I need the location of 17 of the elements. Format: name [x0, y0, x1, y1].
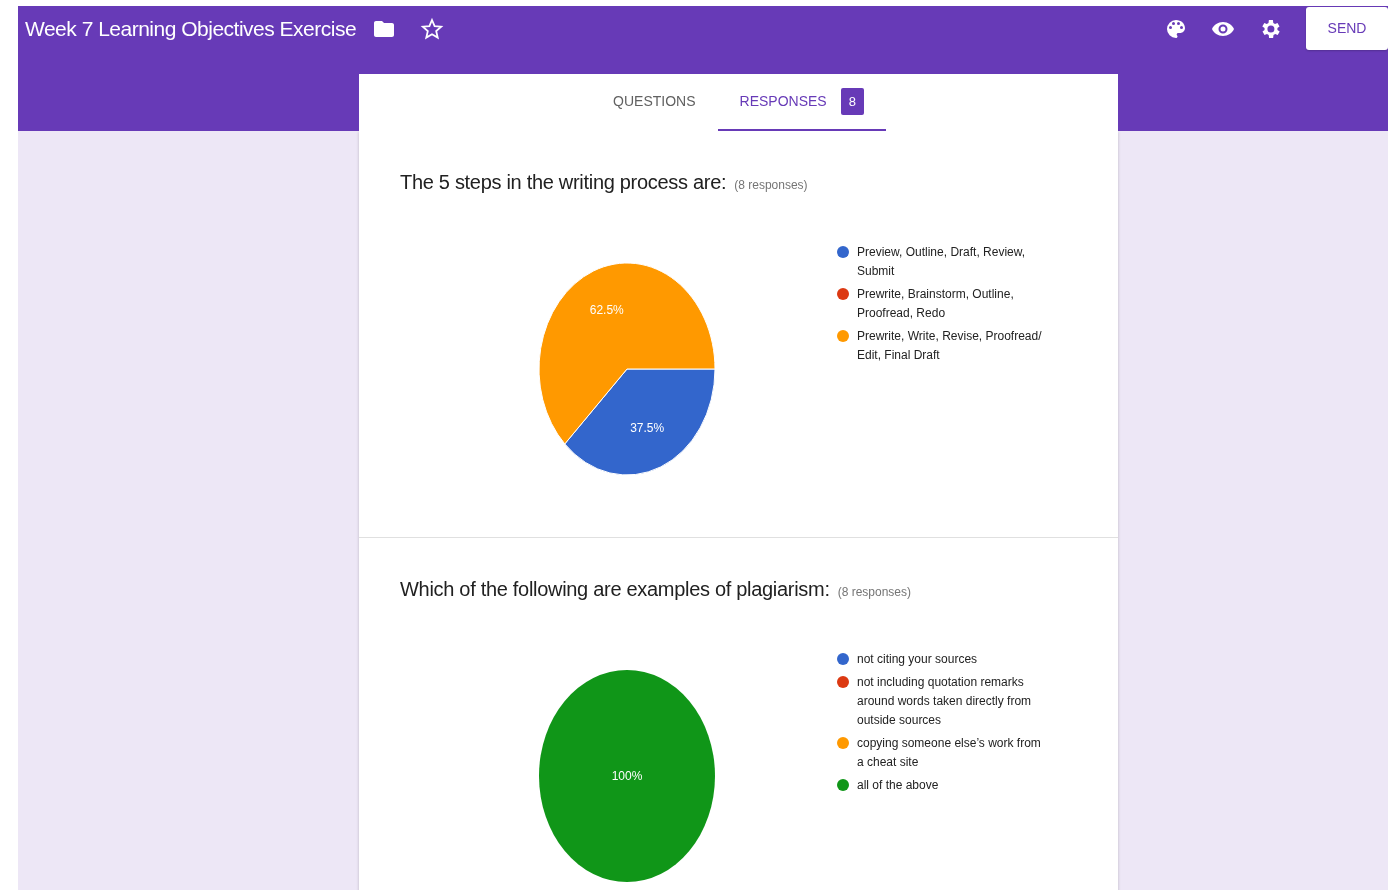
- count-badge: 8: [840, 87, 864, 116]
- legend-label: all of the above: [857, 777, 939, 794]
- slice-label: 37.5%: [630, 420, 665, 435]
- question-title: Which of the following are examples of plagiarism:: [400, 577, 830, 602]
- tab[interactable]: QUESTIONS: [591, 74, 718, 131]
- send-button[interactable]: SEND: [1306, 7, 1388, 50]
- form-title: Week 7 Learning Objectives Exercise: [25, 15, 357, 42]
- legend-label: not citing your sources: [857, 651, 978, 668]
- legend-label: Prewrite, Brainstorm, Outline, Proofread, Redo: [857, 286, 1015, 322]
- star-icon[interactable]: [420, 16, 445, 41]
- slice-label: 100%: [611, 769, 643, 783]
- question-title: The 5 steps in the writing process are:: [400, 170, 727, 195]
- response-count: (8 responses): [734, 177, 808, 194]
- slice-label: 62.5%: [589, 303, 624, 318]
- legend-label: Prewrite, Write, Revise, Proofread/ Edit, Final Draft: [857, 328, 1042, 364]
- legend-label: Preview, Outline, Draft, Review, Submit: [857, 244, 1027, 280]
- response-count: (8 responses): [837, 584, 912, 601]
